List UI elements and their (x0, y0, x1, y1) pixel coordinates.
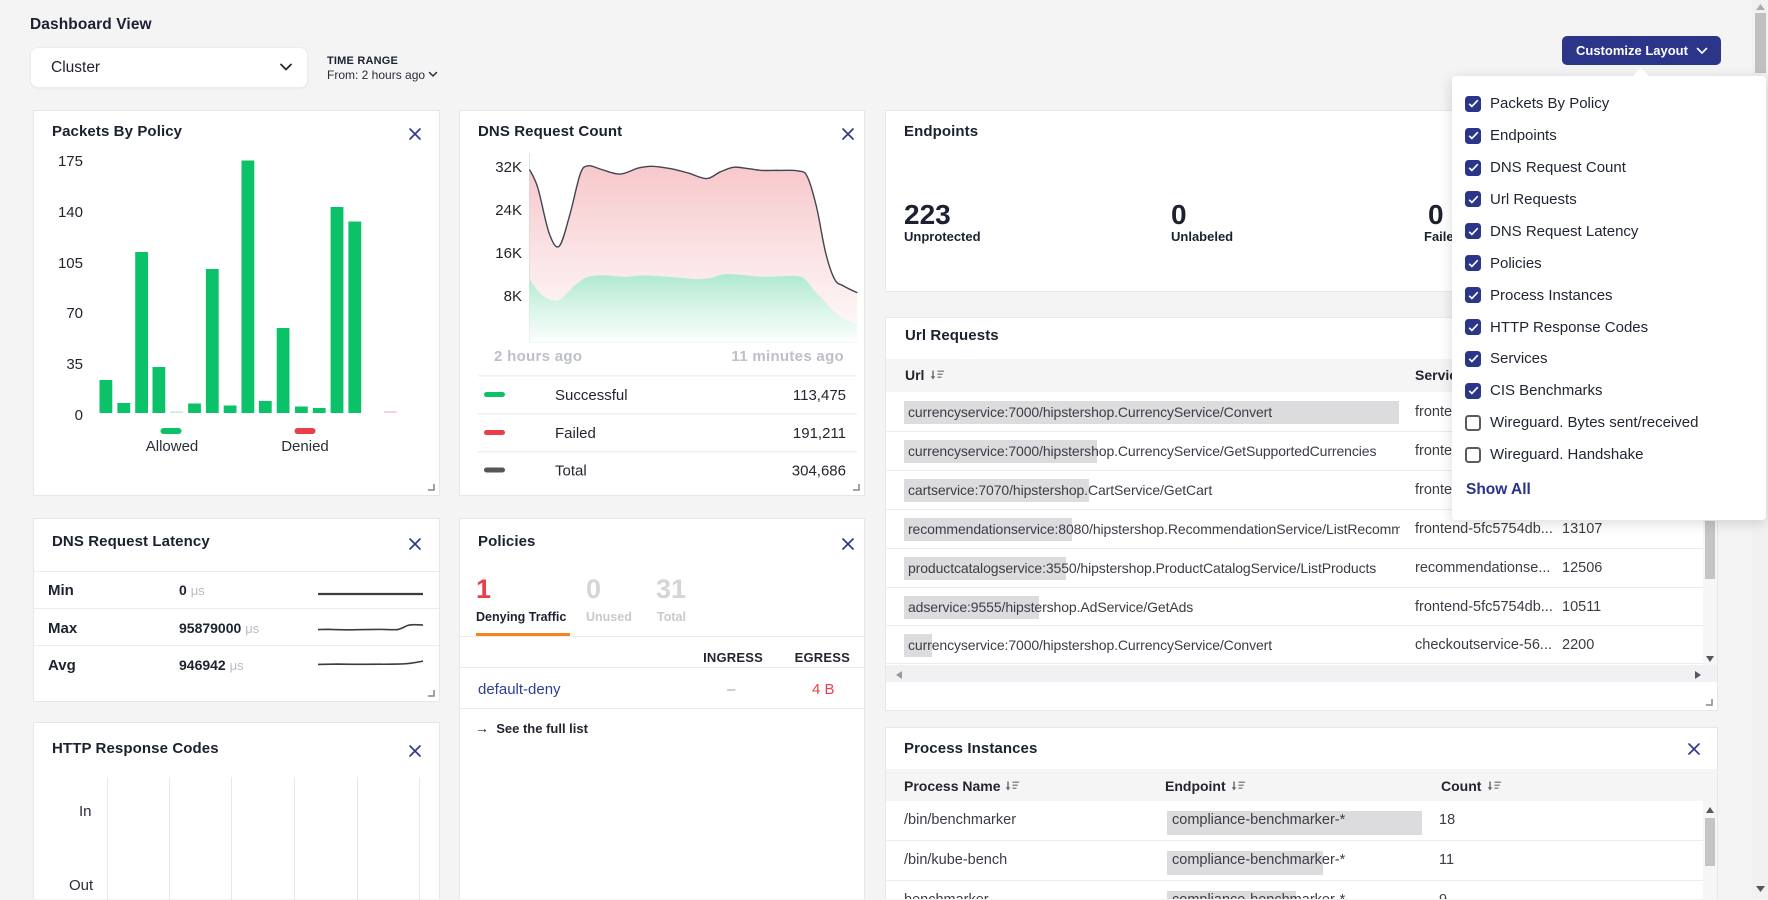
svg-text:Allowed: Allowed (146, 438, 199, 455)
svg-text:0: 0 (75, 407, 83, 424)
svg-text:Denied: Denied (281, 438, 329, 455)
svg-text:113,475: 113,475 (793, 387, 846, 404)
svg-text:Total: Total (555, 463, 587, 480)
svg-text:140: 140 (58, 204, 83, 221)
svg-text:304,686: 304,686 (792, 463, 846, 480)
svg-text:11 minutes ago: 11 minutes ago (731, 348, 844, 365)
svg-text:175: 175 (58, 153, 83, 170)
svg-text:32K: 32K (495, 159, 522, 176)
svg-text:105: 105 (58, 255, 83, 272)
svg-text:24K: 24K (495, 202, 522, 219)
svg-text:8K: 8K (504, 288, 522, 305)
svg-text:35: 35 (66, 356, 83, 373)
svg-text:2 hours ago: 2 hours ago (494, 348, 582, 365)
svg-text:Failed: Failed (555, 425, 596, 442)
svg-text:Successful: Successful (555, 387, 628, 404)
svg-text:191,211: 191,211 (793, 425, 846, 442)
svg-text:70: 70 (66, 305, 83, 322)
svg-text:16K: 16K (495, 245, 522, 262)
